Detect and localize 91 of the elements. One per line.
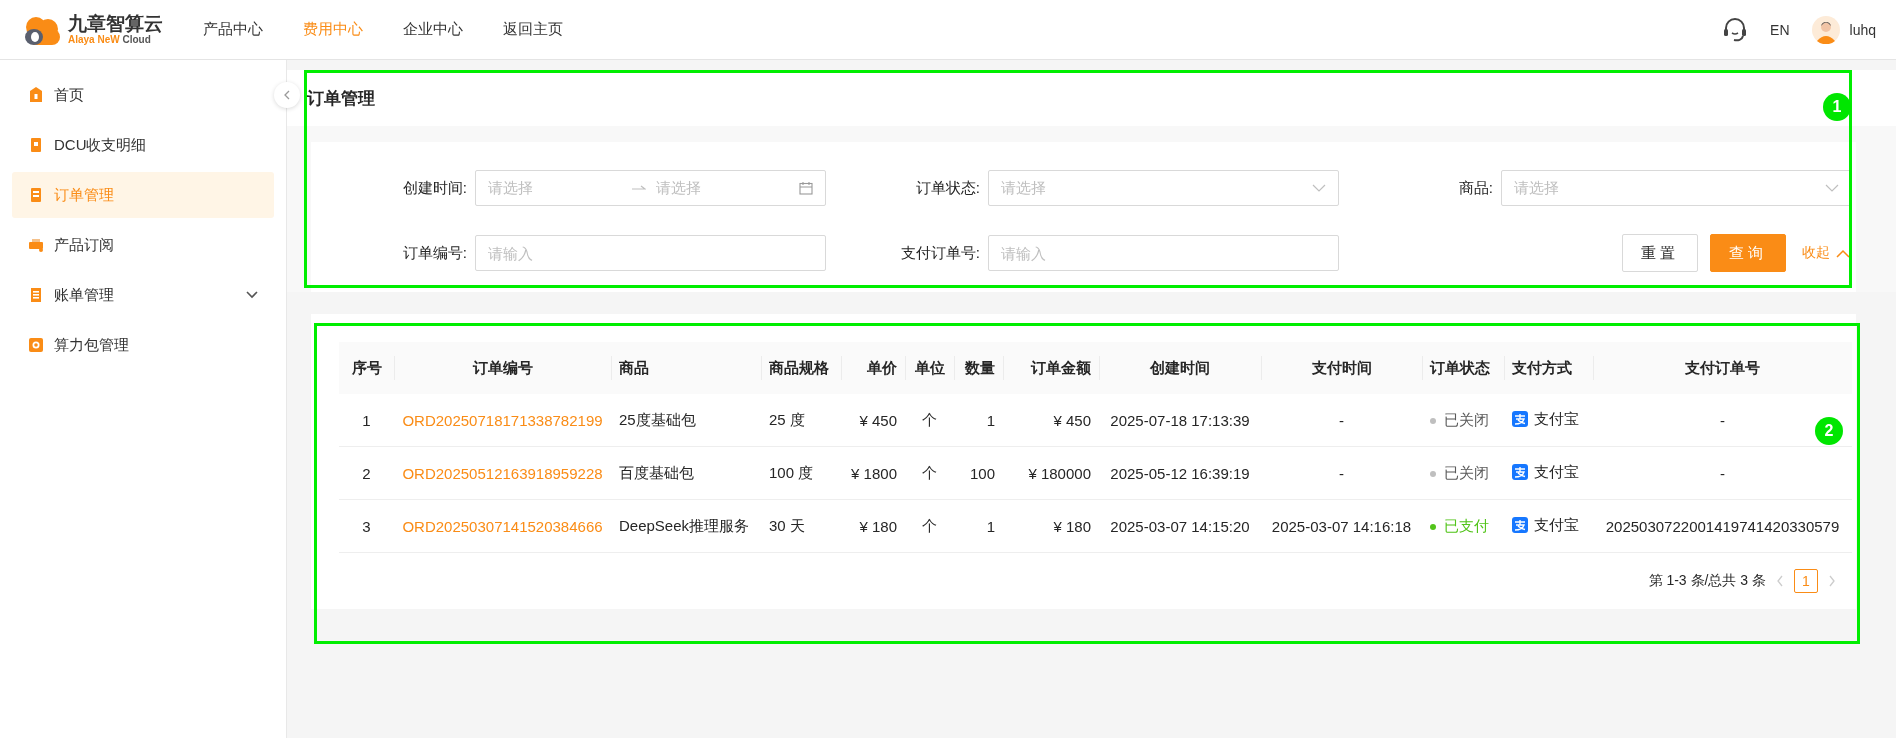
nav-item[interactable]: 企业中心 [403,20,463,39]
sidebar-item[interactable]: 算力包管理 [12,322,274,368]
collapse-sidebar-button[interactable] [274,82,300,108]
logo-tagline: Alaya NeW [68,34,120,46]
sidebar-item[interactable]: 产品订阅 [12,222,274,268]
unit: 个 [922,516,937,534]
payment-method: 支付宝 [1534,409,1579,429]
sidebar-item[interactable]: DCU收支明细 [12,122,274,168]
sidebar-item[interactable]: 账单管理 [12,272,274,318]
next-page-icon[interactable] [1828,575,1836,587]
unit-price: ¥ 1800 [851,464,897,482]
filter-label: 创建时间: [401,178,468,198]
column-header: 订单编号 [394,342,611,394]
column-header: 单位 [905,342,954,394]
menu-icon [28,137,44,153]
unit: 个 [922,410,937,428]
nav-item[interactable]: 产品中心 [203,20,263,39]
language-text[interactable]: EN [1770,21,1790,38]
product-spec: 25 度 [769,410,805,428]
paid-time: 2025-03-07 14:16:18 [1271,517,1412,535]
filter-label: 订单编号: [401,243,468,263]
order-amount: ¥ 180 [1053,517,1091,535]
column-header: 支付方式 [1504,342,1593,394]
product-spec: 100 度 [769,463,814,481]
prev-page-icon[interactable] [1776,575,1784,587]
headset-icon[interactable] [1722,16,1749,43]
filter-label: 支付订单号: [899,243,981,263]
menu-icon [28,237,44,253]
paid-time: - [1339,411,1344,429]
payment-icon [1512,517,1528,534]
status-text: 已关闭 [1444,464,1489,484]
pagination-summary: 第 1-3 条/总共 3 条 [1648,572,1766,590]
quantity: 100 [969,464,995,482]
column-header: 创建时间 [1099,342,1261,394]
column-header: 商品规格 [761,342,841,394]
payment-icon [1512,464,1528,481]
chevron-up-icon [1836,248,1850,258]
row-number: 3 [362,517,371,535]
logo-name: 九章智算云 [68,13,163,35]
chevron-down-icon [1312,184,1326,192]
order-amount: ¥ 180000 [1028,464,1091,482]
nav-item[interactable]: 返回主页 [503,20,563,39]
column-header: 订单金额 [1003,342,1099,394]
filter-label: 订单状态: [914,178,981,198]
reset-button[interactable]: 重置 [1622,234,1698,272]
logo-tagline-suffix: Cloud [122,34,151,46]
created-time: 2025-07-18 17:13:39 [1110,411,1250,429]
column-header: 订单状态 [1422,342,1504,394]
chevron-left-icon [283,90,291,100]
page-title: 订单管理 [307,87,375,110]
created-time: 2025-05-12 16:39:19 [1110,464,1250,482]
column-header: 单价 [841,342,905,394]
filter-label: 商品: [1457,178,1494,198]
unit: 个 [922,463,937,481]
chevron-down-icon [1825,184,1839,192]
menu-icon [28,87,44,103]
quantity: 1 [986,517,995,535]
column-header: 序号 [339,342,394,394]
menu-icon [28,287,44,303]
paid-time: - [1339,464,1344,482]
column-header: 商品 [611,342,761,394]
payment-method: 支付宝 [1534,462,1579,482]
menu-icon [28,337,44,353]
avatar-icon[interactable] [1811,15,1840,44]
payment-order-number: - [1720,411,1725,429]
row-number: 1 [362,411,371,429]
product-spec: 30 天 [769,516,805,534]
order-amount: ¥ 450 [1053,411,1091,429]
row-number: 2 [362,464,371,482]
input-field[interactable]: 请输入 [475,235,826,271]
payment-icon [1512,411,1528,428]
calendar-icon [799,181,813,195]
product-name: DeepSeek推理服务 [619,516,750,534]
sidebar-item[interactable]: 首页 [12,72,274,118]
payment-order-number: - [1720,464,1725,482]
unit-price: ¥ 180 [859,517,897,535]
unit-price: ¥ 450 [859,411,897,429]
payment-order-number: 2025030722001419741420330579 [1605,517,1840,535]
column-header: 支付订单号 [1593,342,1852,394]
product-name: 百度基础包 [619,463,694,481]
user-name[interactable]: luhq [1849,21,1876,38]
status-text: 已关闭 [1444,411,1489,431]
column-header: 数量 [954,342,1003,394]
input-field[interactable]: 请输入 [988,235,1339,271]
created-time: 2025-03-07 14:15:20 [1110,517,1250,535]
status-text: 已支付 [1444,517,1489,537]
payment-method: 支付宝 [1534,515,1579,535]
menu-icon [28,187,44,203]
quantity: 1 [986,411,995,429]
product-name: 25度基础包 [619,410,696,428]
column-header: 支付时间 [1261,342,1422,394]
